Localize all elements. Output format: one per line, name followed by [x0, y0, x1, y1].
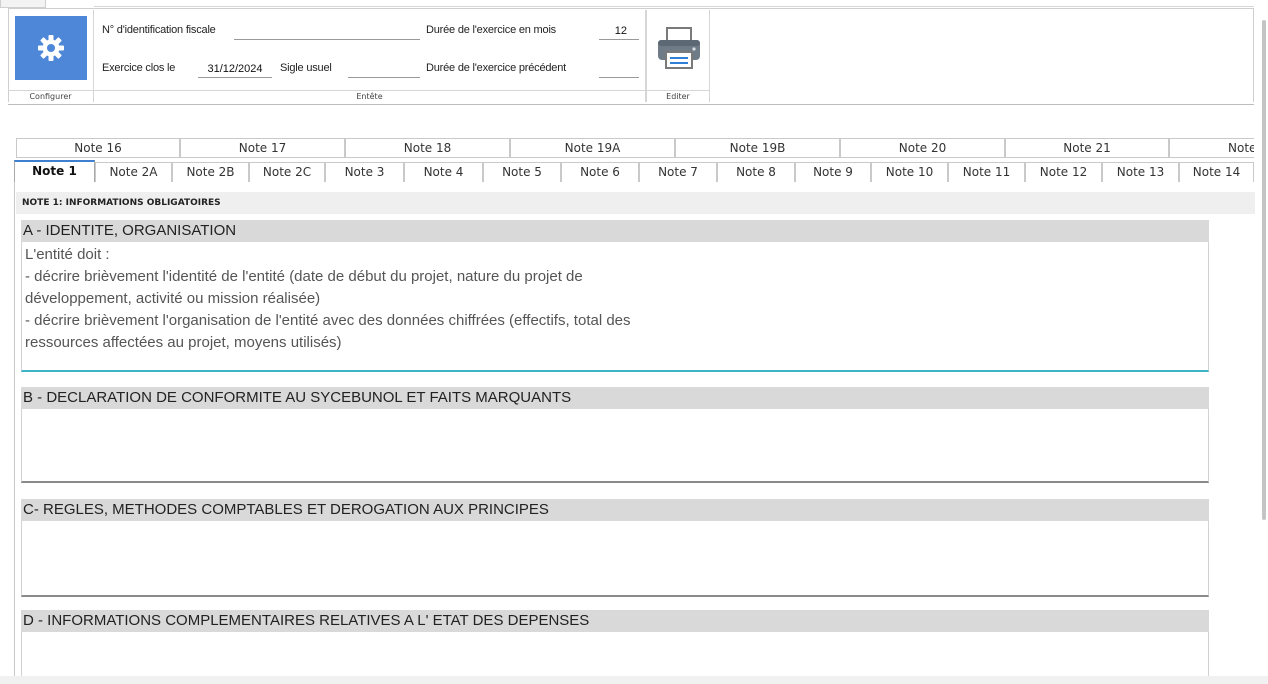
- section-a: A - IDENTITE, ORGANISATION L'entité doit…: [21, 220, 1209, 372]
- tab-note-17[interactable]: Note 17: [180, 138, 345, 157]
- tab-note-4[interactable]: Note 4: [404, 162, 483, 182]
- section-a-line: - décrire brièvement l'organisation de l…: [25, 312, 631, 329]
- section-d-title: D - INFORMATIONS COMPLEMENTAIRES RELATIV…: [21, 610, 1209, 632]
- section-a-line: ressources affectées au projet, moyens u…: [25, 334, 342, 351]
- section-c-textarea[interactable]: [21, 521, 1209, 597]
- tab-note-8[interactable]: Note 8: [717, 162, 795, 182]
- tab-note-22-partial[interactable]: Note: [1169, 138, 1254, 157]
- section-b-title: B - DECLARATION DE CONFORMITE AU SYCEBUN…: [21, 387, 1209, 409]
- tab-note-2a[interactable]: Note 2A: [95, 162, 172, 182]
- ribbon-group-configurer: Configurer: [8, 10, 94, 102]
- section-a-title: A - IDENTITE, ORGANISATION: [21, 220, 1209, 242]
- nif-field[interactable]: [234, 24, 420, 40]
- tab-note-12[interactable]: Note 12: [1025, 162, 1102, 182]
- note-title: NOTE 1: INFORMATIONS OBLIGATOIRES: [16, 192, 1255, 214]
- ribbon-group-entete: N° d'identification fiscale Durée de l'e…: [94, 10, 646, 102]
- exercice-field[interactable]: 31/12/2024: [198, 62, 272, 78]
- tab-note-5[interactable]: Note 5: [483, 162, 561, 182]
- duree-field[interactable]: 12: [599, 24, 639, 40]
- sigle-label: Sigle usuel: [280, 62, 332, 74]
- duree-prec-label: Durée de l'exercice précédent: [426, 62, 566, 74]
- top-left-stub: [0, 0, 46, 8]
- sigle-field[interactable]: [348, 62, 420, 78]
- tab-note-7[interactable]: Note 7: [639, 162, 717, 182]
- tab-note-3[interactable]: Note 3: [325, 162, 404, 182]
- tab-note-1[interactable]: Note 1: [14, 160, 95, 182]
- tab-content-note-1: NOTE 1: INFORMATIONS OBLIGATOIRES A - ID…: [14, 182, 1255, 684]
- tab-note-20[interactable]: Note 20: [840, 138, 1005, 157]
- tab-row-back: Note 16 Note 17 Note 18 Note 19A Note 19…: [16, 138, 1254, 158]
- tab-note-19a[interactable]: Note 19A: [510, 138, 675, 157]
- tab-note-6[interactable]: Note 6: [561, 162, 639, 182]
- group-label-entete: Entête: [94, 90, 645, 102]
- configurer-button[interactable]: [15, 16, 87, 80]
- duree-label: Durée de l'exercice en mois: [426, 24, 556, 36]
- tab-note-16[interactable]: Note 16: [16, 138, 180, 157]
- section-a-line: L'entité doit :: [25, 246, 110, 263]
- tab-note-14[interactable]: Note 14: [1179, 162, 1254, 182]
- gear-icon: [38, 35, 64, 61]
- section-a-textarea[interactable]: L'entité doit : - décrire brièvement l'i…: [21, 242, 1209, 372]
- tab-note-9[interactable]: Note 9: [795, 162, 871, 182]
- nif-label: N° d'identification fiscale: [102, 24, 216, 36]
- vertical-scrollbar[interactable]: [1262, 20, 1266, 520]
- tab-note-2b[interactable]: Note 2B: [172, 162, 249, 182]
- exercice-label: Exercice clos le: [102, 62, 176, 74]
- section-b-textarea[interactable]: [21, 409, 1209, 483]
- section-d: D - INFORMATIONS COMPLEMENTAIRES RELATIV…: [21, 610, 1209, 684]
- section-c-title: C- REGLES, METHODES COMPTABLES ET DEROGA…: [21, 499, 1209, 521]
- tab-note-11[interactable]: Note 11: [948, 162, 1025, 182]
- bottom-strip: [0, 676, 1268, 684]
- tab-note-19b[interactable]: Note 19B: [675, 138, 840, 157]
- tab-note-13[interactable]: Note 13: [1102, 162, 1179, 182]
- tab-note-10[interactable]: Note 10: [871, 162, 948, 182]
- section-c: C- REGLES, METHODES COMPTABLES ET DEROGA…: [21, 499, 1209, 597]
- top-divider: [94, 6, 1254, 7]
- group-label-configurer: Configurer: [8, 90, 93, 102]
- tab-note-2c[interactable]: Note 2C: [249, 162, 325, 182]
- section-a-line: développement, activité ou mission réali…: [25, 290, 321, 307]
- duree-prec-field[interactable]: [599, 62, 639, 78]
- tab-note-18[interactable]: Note 18: [345, 138, 510, 157]
- printer-icon: [657, 27, 700, 69]
- group-label-editer: Editer: [647, 90, 709, 102]
- ribbon-group-editer: Editer: [646, 10, 710, 102]
- ribbon-bottom-divider: [8, 104, 1254, 105]
- tab-note-21[interactable]: Note 21: [1005, 138, 1169, 157]
- section-a-line: - décrire brièvement l'identité de l'ent…: [25, 268, 583, 285]
- section-b: B - DECLARATION DE CONFORMITE AU SYCEBUN…: [21, 387, 1209, 483]
- editer-button[interactable]: [651, 16, 706, 80]
- tab-row-front: Note 1 Note 2A Note 2B Note 2C Note 3 No…: [14, 160, 1254, 182]
